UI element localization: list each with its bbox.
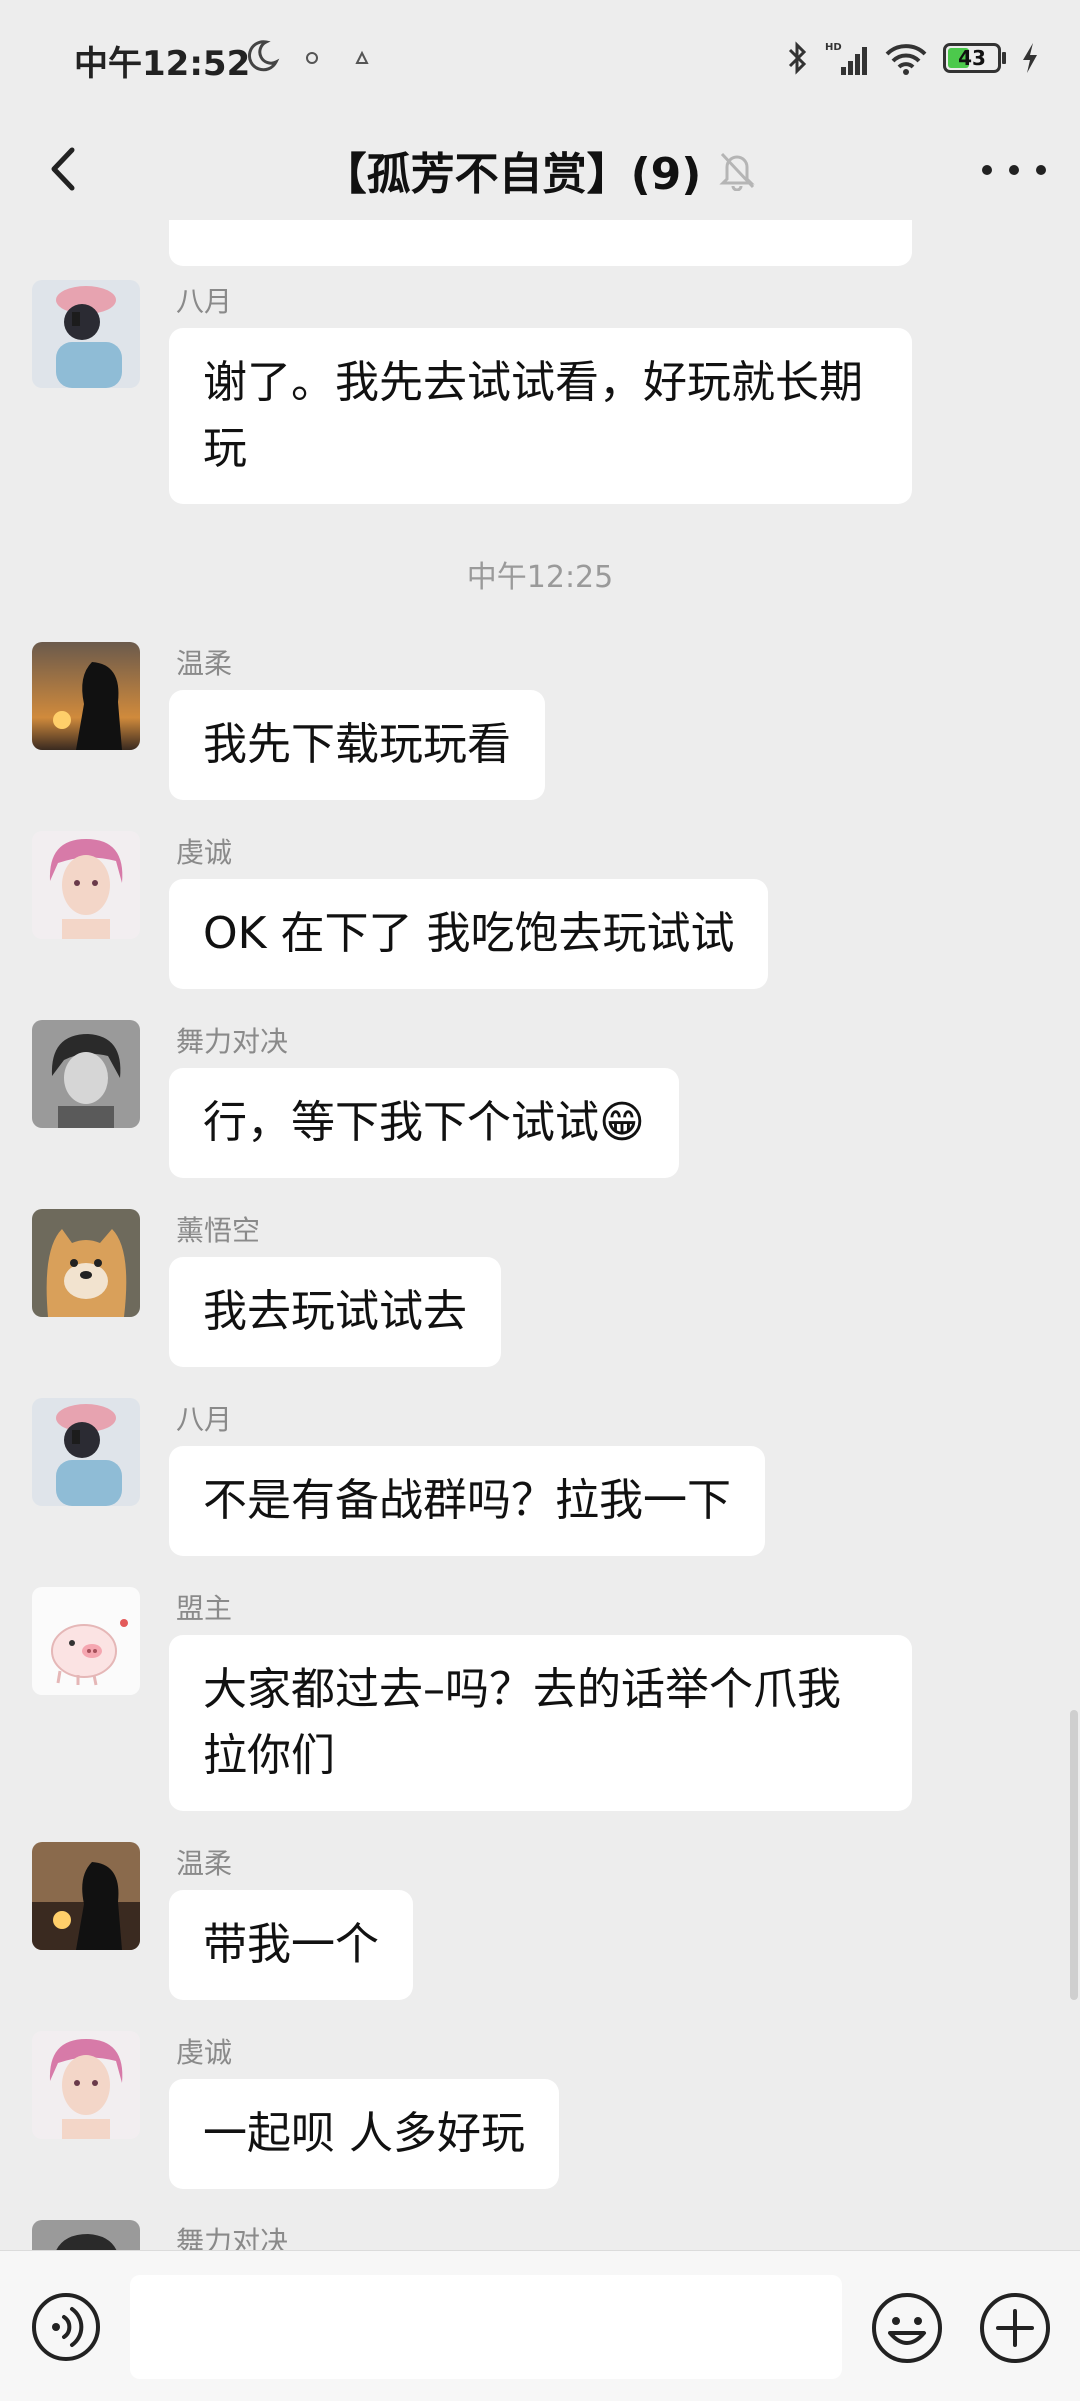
notification-icon (306, 52, 318, 64)
sender-name: 温柔 (176, 1847, 233, 1880)
sender-name: 虔诚 (176, 836, 233, 869)
message-bubble-partial[interactable] (169, 220, 912, 266)
input-bar (0, 2250, 1080, 2401)
message-bubble[interactable]: 行，等下我下个试试😁 (169, 1068, 679, 1178)
message-bubble[interactable]: 谢了。我先去试试看，好玩就长期玩 (169, 328, 912, 504)
mute-bell-icon (719, 152, 756, 191)
more-dot (1036, 165, 1046, 175)
sender-name: 八月 (176, 285, 233, 318)
chat-header: 【孤芳不自赏】(9) (0, 120, 1080, 220)
scrollbar[interactable] (1070, 1710, 1078, 2000)
message-bubble[interactable]: 我先下载玩玩看 (169, 690, 545, 800)
avatar-bayue[interactable] (32, 1398, 140, 1506)
avatar-qiancheng[interactable] (32, 2031, 140, 2139)
message-bubble[interactable]: 不是有备战群吗？拉我一下 (169, 1446, 765, 1556)
moon-icon (247, 40, 280, 72)
avatar-bayue[interactable] (32, 280, 140, 388)
sender-name: 盟主 (176, 1592, 233, 1625)
sender-name: 舞力对决 (176, 1025, 289, 1058)
time-separator: 中午12:25 (466, 560, 614, 595)
more-dot (1009, 165, 1019, 175)
emoji-icon[interactable] (870, 2291, 944, 2365)
avatar-wulidujue[interactable] (32, 1020, 140, 1128)
plus-icon[interactable] (978, 2291, 1052, 2365)
message-bubble[interactable]: OK 在下了 我吃饱去玩试试 (169, 879, 769, 989)
status-time: 中午12:52 (74, 44, 251, 84)
sender-name: 八月 (176, 1403, 233, 1436)
hd-signal-icon: HD (825, 42, 867, 75)
avatar-mengzhu[interactable] (32, 1587, 140, 1695)
avatar-wenrou[interactable] (32, 1842, 140, 1950)
wifi-icon (885, 44, 927, 75)
title-wrap: 【孤芳不自赏】(9) (0, 120, 1080, 220)
battery-text: 43 (958, 46, 986, 70)
sender-name: 虔诚 (176, 2036, 233, 2069)
avatar-wulidujue[interactable] (32, 2220, 140, 2250)
charging-icon (1023, 43, 1037, 73)
sender-name: 薰悟空 (176, 1214, 261, 1247)
message-bubble[interactable]: 带我一个 (169, 1890, 413, 2000)
avatar-qiancheng[interactable] (32, 831, 140, 939)
avatar-wenrou[interactable] (32, 642, 140, 750)
message-input[interactable] (130, 2275, 842, 2379)
chat-area[interactable]: 八月 谢了。我先去试试看，好玩就长期玩 中午12:25 温柔 我先下载玩玩看 虔… (0, 220, 1080, 2250)
sender-name: 温柔 (176, 647, 233, 680)
status-bar: 中午12:52 HD 43 (0, 0, 1080, 120)
avatar-xunwukong[interactable] (32, 1209, 140, 1317)
message-bubble[interactable]: 一起呗 人多好玩 (169, 2079, 559, 2189)
notification-icon (355, 50, 369, 64)
bluetooth-icon (788, 41, 807, 75)
message-bubble[interactable]: 我去玩试试去 (169, 1257, 501, 1367)
sender-name: 舞力对决 (176, 2225, 289, 2250)
svg-text:HD: HD (825, 42, 842, 53)
voice-icon[interactable] (30, 2291, 102, 2363)
status-right-group: HD 43 (787, 36, 1040, 80)
more-dot (982, 165, 992, 175)
more-icon[interactable] (982, 148, 1046, 192)
chat-title[interactable]: 【孤芳不自赏】(9) (323, 138, 702, 202)
message-bubble[interactable]: 大家都过去–吗？去的话举个爪我拉你们 (169, 1635, 912, 1811)
battery-icon: 43 (943, 43, 1006, 73)
